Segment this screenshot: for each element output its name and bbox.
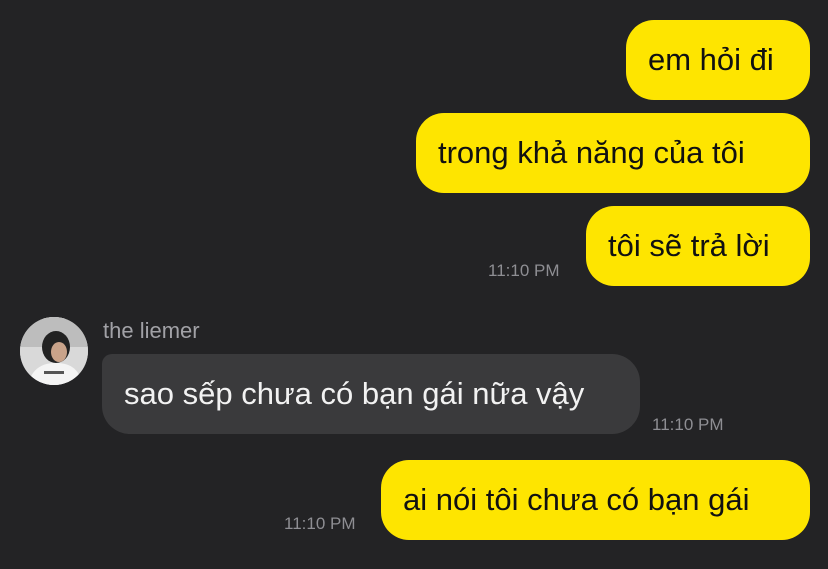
message-text: trong khả năng của tôi [438,135,745,170]
message-timestamp: 11:10 PM [652,415,724,434]
sender-name: the liemer [103,318,200,343]
message-text: sao sếp chưa có bạn gái nữa vậy [124,376,585,411]
avatar[interactable] [20,317,88,385]
message-bubble-outgoing[interactable]: em hỏi đi [626,20,810,100]
message-text: em hỏi đi [648,42,774,77]
profile-photo-icon [20,317,88,385]
message-text: tôi sẽ trả lời [608,228,770,263]
message-bubble-incoming[interactable]: sao sếp chưa có bạn gái nữa vậy [102,354,640,434]
message-timestamp: 11:10 PM [284,514,356,533]
message-bubble-outgoing[interactable]: tôi sẽ trả lời [586,206,810,286]
message-bubble-outgoing[interactable]: trong khả năng của tôi [416,113,810,193]
message-timestamp: 11:10 PM [488,261,560,280]
message-text: ai nói tôi chưa có bạn gái [403,482,750,517]
message-bubble-outgoing[interactable]: ai nói tôi chưa có bạn gái [381,460,810,540]
